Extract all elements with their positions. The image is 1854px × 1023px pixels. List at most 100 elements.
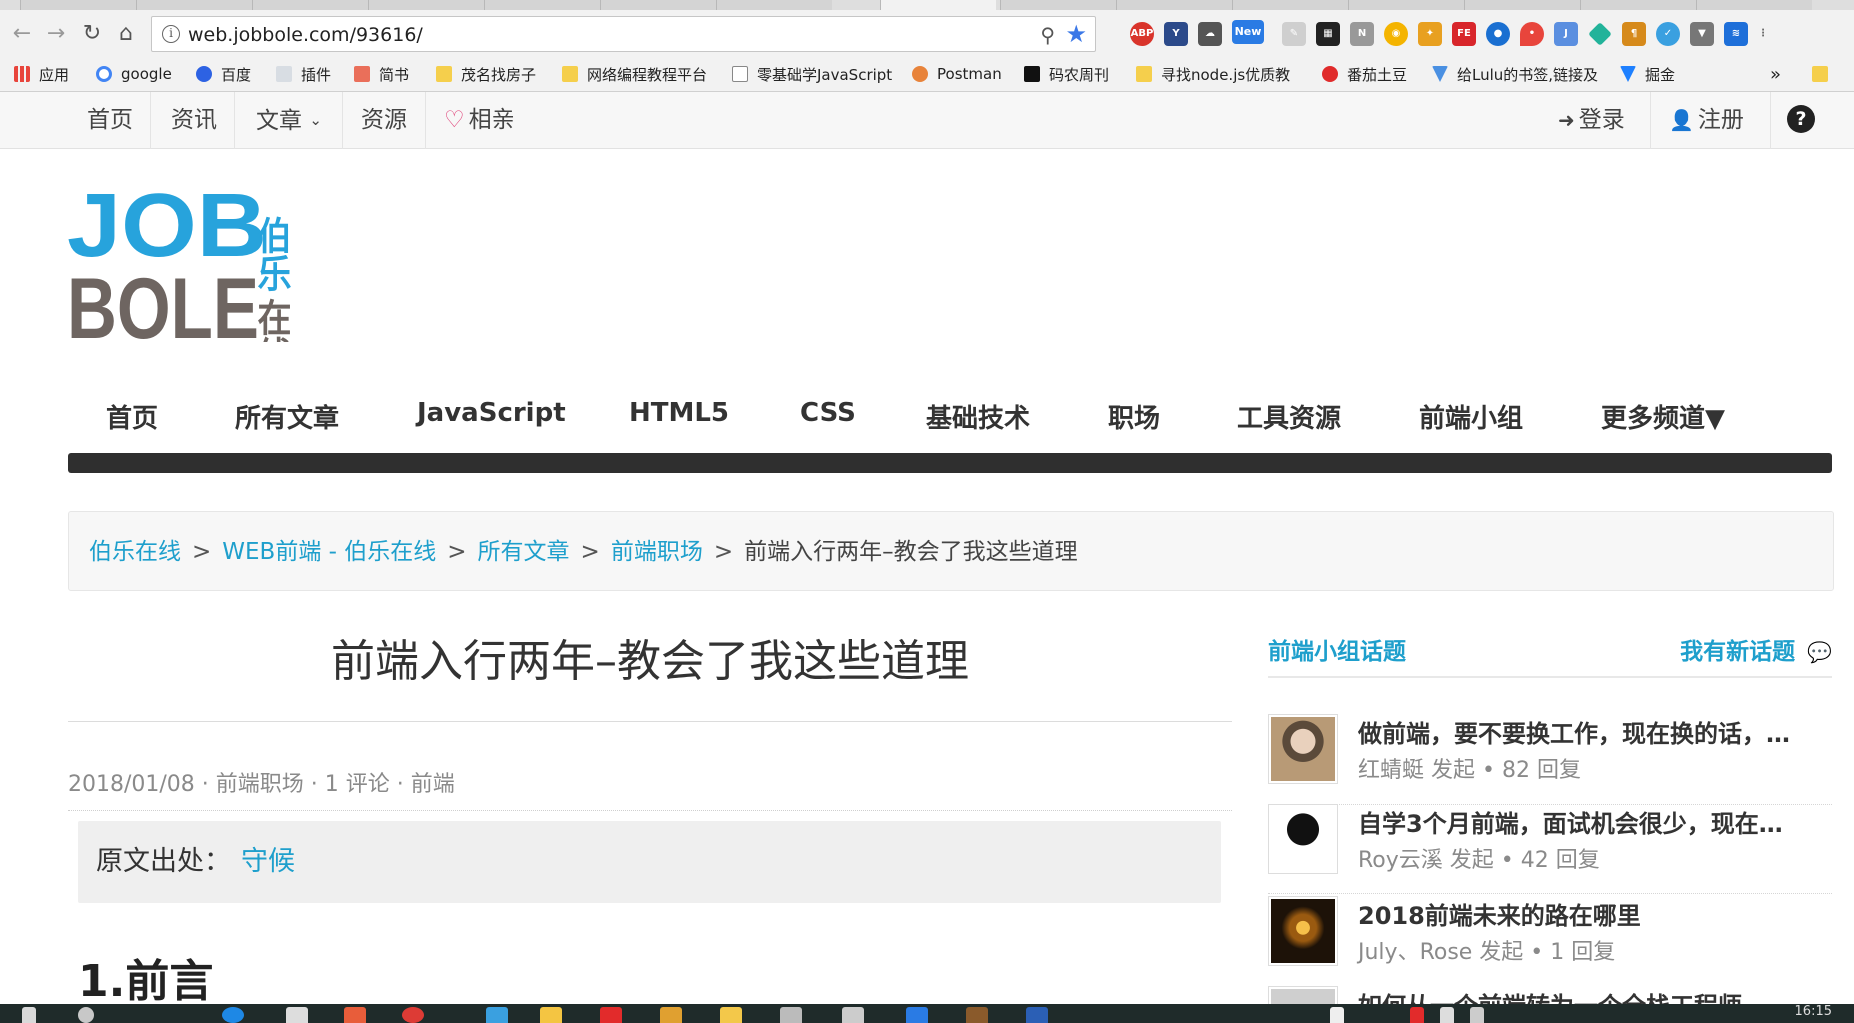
nav-javascript[interactable]: JavaScript	[417, 398, 566, 428]
source-author-link[interactable]: 守候	[241, 846, 295, 877]
topic-item[interactable]: 如何从一个前端转为一个全栈工程师	[1268, 986, 1832, 1004]
extension-diamond-icon[interactable]	[1588, 22, 1612, 46]
app-red-icon[interactable]	[600, 1007, 622, 1023]
register-link[interactable]: 👤 注册	[1669, 92, 1744, 149]
extension-new-icon[interactable]: New	[1232, 20, 1264, 44]
browser-tab[interactable]	[1116, 0, 1232, 10]
topic-title[interactable]: 自学3个月前端，面试机会很少，现在…	[1358, 804, 1828, 839]
topbar-home[interactable]: 首页	[87, 92, 133, 149]
browser-tab[interactable]	[1580, 0, 1696, 10]
notepad-icon[interactable]	[286, 1007, 308, 1023]
bookmark-postman[interactable]: Postman	[912, 62, 1002, 86]
help-icon[interactable]: ?	[1787, 105, 1815, 133]
login-link[interactable]: ➜ 登录	[1558, 92, 1625, 149]
zoom-icon[interactable]: ⚲	[1040, 23, 1055, 47]
browser-tab[interactable]	[368, 0, 484, 10]
topic-item[interactable]: 做前端，要不要换工作，现在换的话，… 红蜻蜓 发起 • 82 回复	[1268, 714, 1832, 794]
topic-title[interactable]: 2018前端未来的路在哪里	[1358, 896, 1828, 931]
browser-tab[interactable]	[600, 0, 716, 10]
browser-tab[interactable]	[20, 0, 136, 10]
tray-icon[interactable]	[1440, 1007, 1454, 1023]
search-icon[interactable]	[78, 1007, 94, 1023]
extension-cloud-icon[interactable]: ☁	[1198, 22, 1222, 46]
bookmark-folder-nodejs[interactable]: 寻找node.js优质教	[1136, 62, 1290, 86]
extension-y-icon[interactable]: Y	[1164, 22, 1188, 46]
browser-menu-icon[interactable]: ⋮	[1758, 22, 1768, 46]
app-orange-icon[interactable]	[344, 1007, 366, 1023]
bookmark-apps[interactable]: 应用	[14, 62, 69, 86]
forward-arrow-icon[interactable]: →	[42, 20, 70, 48]
bookmarks-overflow-chevron[interactable]: »	[1770, 62, 1781, 86]
browser-tab[interactable]	[484, 0, 600, 10]
topbar-dating[interactable]: ♡ 相亲	[444, 92, 515, 149]
app-window-icon[interactable]	[842, 1007, 864, 1023]
topbar-resources[interactable]: 资源	[361, 92, 407, 149]
breadcrumb-category[interactable]: 前端职场	[611, 539, 703, 565]
browser-tab[interactable]	[1348, 0, 1464, 10]
app-yellow-icon[interactable]	[540, 1007, 562, 1023]
avatar[interactable]	[1268, 896, 1338, 966]
tray-icon[interactable]	[1330, 1007, 1344, 1023]
topic-item[interactable]: 自学3个月前端，面试机会很少，现在… Roy云溪 发起 • 42 回复	[1268, 804, 1832, 884]
address-url[interactable]: web.jobbole.com/93616/	[188, 24, 423, 46]
extension-check-icon[interactable]: ✓	[1656, 22, 1680, 46]
ie-browser-icon[interactable]	[222, 1007, 244, 1023]
nav-basics[interactable]: 基础技术	[926, 398, 1030, 435]
file-explorer-icon[interactable]	[720, 1007, 742, 1023]
sidebar-title[interactable]: 前端小组话题	[1268, 632, 1406, 666]
browser-tab[interactable]	[1000, 0, 1116, 10]
windows-start-icon[interactable]	[22, 1007, 36, 1023]
nav-all-articles[interactable]: 所有文章	[235, 398, 339, 435]
nav-more-channels[interactable]: 更多频道▼	[1601, 398, 1725, 435]
breadcrumb-web-frontend[interactable]: WEB前端 - 伯乐在线	[222, 539, 436, 565]
browser-tab[interactable]	[252, 0, 368, 10]
breadcrumb-all-articles[interactable]: 所有文章	[478, 539, 570, 565]
extension-j-icon[interactable]: J	[1554, 22, 1578, 46]
word-icon[interactable]	[1026, 1007, 1048, 1023]
app-gold-icon[interactable]	[660, 1007, 682, 1023]
address-bar[interactable]: i web.jobbole.com/93616/ ⚲ ★	[151, 16, 1096, 52]
bookmark-lulu[interactable]: 给Lulu的书签,链接及	[1432, 62, 1598, 86]
bookmark-manong[interactable]: 码农周刊	[1024, 62, 1109, 86]
chrome-taskbar-icon[interactable]	[402, 1007, 424, 1023]
avatar[interactable]	[1268, 714, 1338, 784]
app-brown-icon[interactable]	[966, 1007, 988, 1023]
breadcrumb-home[interactable]: 伯乐在线	[89, 539, 181, 565]
nav-frontend-group[interactable]: 前端小组	[1419, 398, 1523, 435]
browser-tab-active[interactable]	[880, 0, 996, 10]
nav-home[interactable]: 首页	[106, 398, 158, 435]
extension-n-icon[interactable]: N	[1350, 22, 1374, 46]
vscode-icon[interactable]	[906, 1007, 928, 1023]
location-pin-icon[interactable]: •	[1520, 22, 1544, 46]
extension-star-icon[interactable]: ✦	[1418, 22, 1442, 46]
browser-tab[interactable]	[136, 0, 252, 10]
topbar-news[interactable]: 资讯	[171, 92, 217, 149]
nav-tools[interactable]: 工具资源	[1237, 398, 1341, 435]
new-topic-link[interactable]: 我有新话题 💬	[1680, 632, 1832, 666]
adblock-icon[interactable]: ABP	[1130, 22, 1154, 46]
tray-icon[interactable]	[1470, 1007, 1484, 1023]
browser-tab[interactable]	[716, 0, 832, 10]
bookmark-folder-tutorials[interactable]: 网络编程教程平台	[562, 62, 707, 86]
extension-fe-icon[interactable]: FE	[1452, 22, 1476, 46]
app-blue-icon[interactable]	[486, 1007, 508, 1023]
extension-paragraph-icon[interactable]: ¶	[1622, 22, 1646, 46]
nav-css[interactable]: CSS	[800, 398, 856, 428]
topic-title[interactable]: 做前端，要不要换工作，现在换的话，…	[1358, 714, 1828, 749]
bookmark-tomato[interactable]: 番茄土豆	[1322, 62, 1407, 86]
bookmark-plugins[interactable]: 插件	[276, 62, 331, 86]
extension-puzzle-icon[interactable]: ✎	[1282, 22, 1306, 46]
bookmark-google[interactable]: google	[96, 62, 172, 86]
tray-icon[interactable]	[1410, 1007, 1424, 1023]
home-icon[interactable]: ⌂	[112, 20, 140, 48]
topic-title[interactable]: 如何从一个前端转为一个全栈工程师	[1358, 986, 1828, 1004]
bookmark-star-icon[interactable]: ★	[1065, 20, 1087, 48]
qr-code-icon[interactable]: ▦	[1316, 22, 1340, 46]
info-icon[interactable]: i	[162, 25, 180, 43]
extension-globe-icon[interactable]: ●	[1486, 22, 1510, 46]
browser-tab[interactable]	[1232, 0, 1348, 10]
bookmark-jianshu[interactable]: 简书	[354, 62, 409, 86]
reload-icon[interactable]: ↻	[78, 20, 106, 48]
bookmark-folder-other[interactable]	[1812, 62, 1837, 86]
topbar-articles[interactable]: 文章 ⌄	[256, 92, 322, 149]
